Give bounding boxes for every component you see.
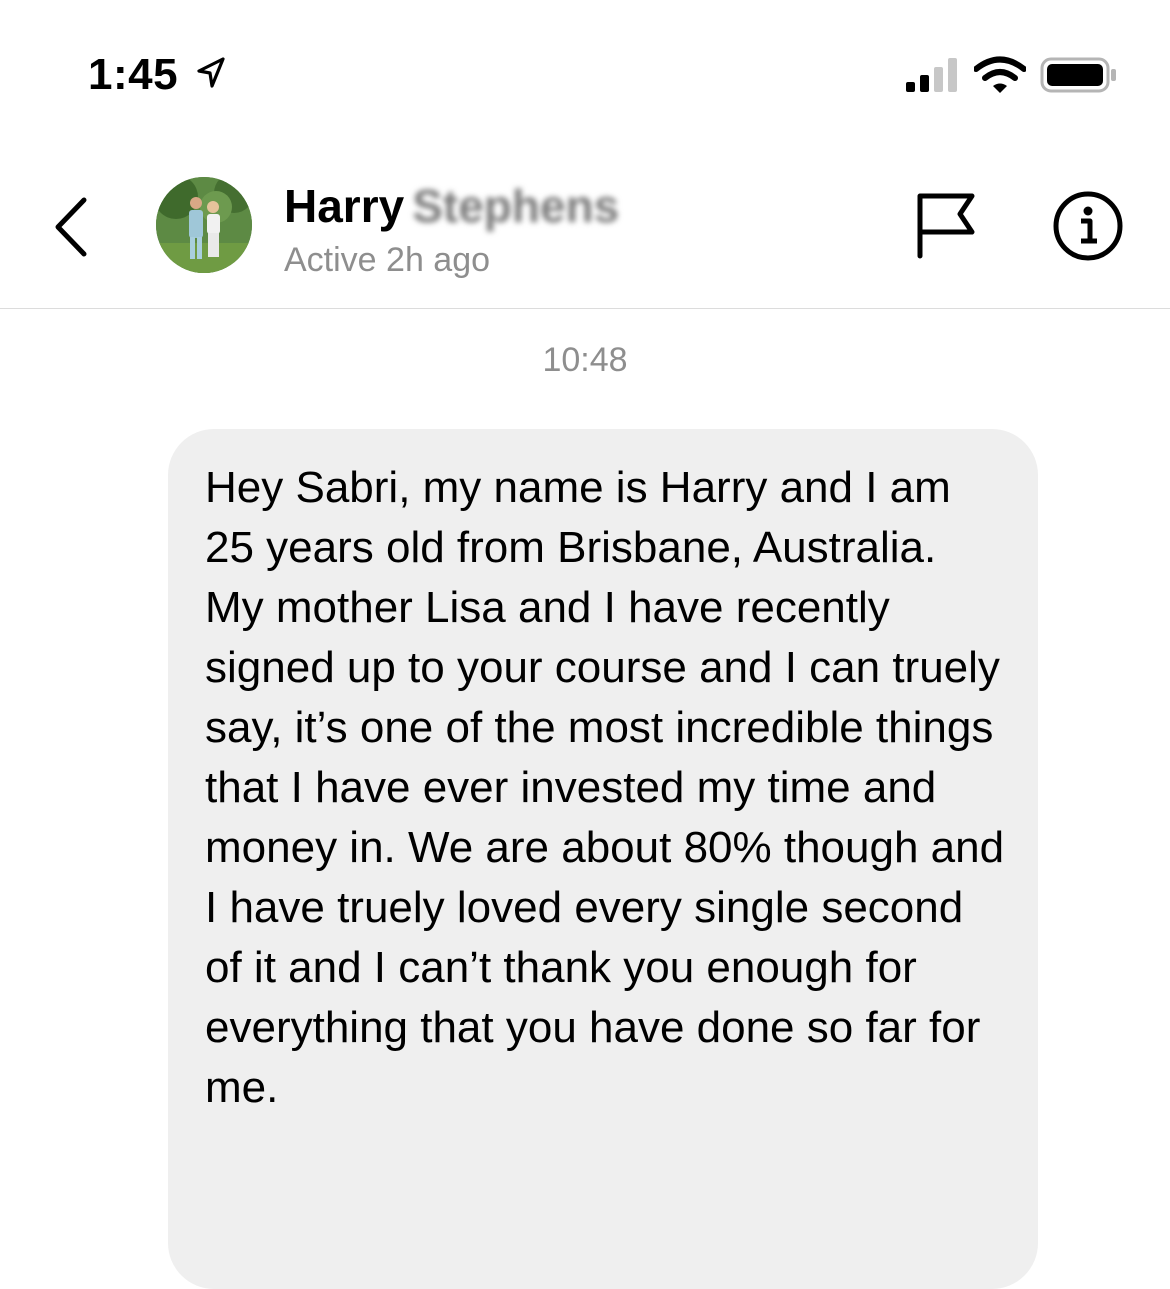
active-status: Active 2h ago	[284, 241, 491, 279]
avatar[interactable]	[156, 177, 252, 273]
message-text: Hey Sabri, my name is Harry and I am 25 …	[205, 463, 1005, 1112]
wifi-icon	[974, 56, 1026, 93]
location-arrow-icon	[197, 57, 225, 88]
flag-icon[interactable]	[914, 190, 978, 260]
back-chevron-icon[interactable]	[44, 192, 104, 262]
contact-first-name: Harry	[284, 180, 405, 232]
contact-name[interactable]: Harry Stephens	[284, 180, 619, 232]
contact-surname-blurred: Stephens	[412, 180, 620, 232]
info-icon[interactable]	[1052, 190, 1124, 262]
avatar-photo	[156, 177, 252, 273]
status-time: 1:45	[88, 50, 179, 99]
status-bar: 1:45	[0, 0, 1170, 130]
battery-icon	[1040, 57, 1116, 93]
chat-header: Harry Stephens Active 2h ago	[0, 160, 1170, 309]
cellular-signal-icon	[906, 58, 957, 92]
message-timestamp: 10:48	[542, 341, 628, 379]
